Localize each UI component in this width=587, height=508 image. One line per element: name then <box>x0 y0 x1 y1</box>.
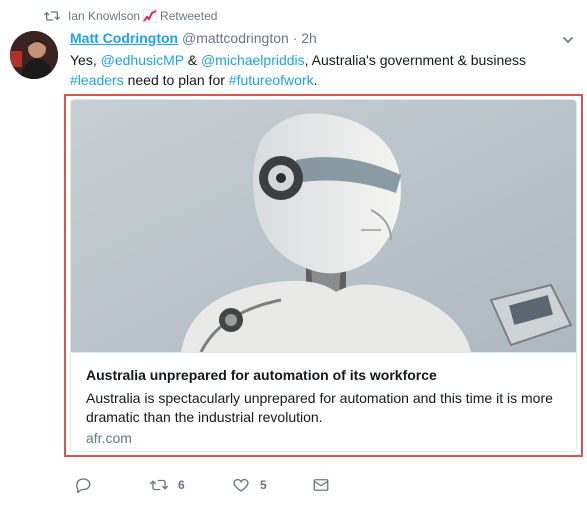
like-button[interactable]: 5 <box>232 476 267 494</box>
card-body: Australia unprepared for automation of i… <box>71 352 576 451</box>
author-name[interactable]: Matt Codrington <box>70 30 178 46</box>
text-segment: need to plan for <box>123 72 229 88</box>
hashtag-link-futureofwork[interactable]: #futureofwork <box>229 72 314 88</box>
mention-link-edhusicmp[interactable]: @edhusicMP <box>101 52 184 68</box>
tweet-timestamp[interactable]: 2h <box>301 30 317 46</box>
retweeted-label: Retweeted <box>160 9 218 23</box>
retweeter-name[interactable]: Ian Knowlson <box>68 9 140 23</box>
mention-link-michaelpriddis[interactable]: @michaelpriddis <box>201 52 305 68</box>
retweet-icon <box>44 11 60 21</box>
avatar[interactable] <box>10 31 58 79</box>
heart-icon <box>233 478 249 492</box>
text-segment: , Australia's government & business <box>304 52 527 68</box>
reply-icon <box>76 478 91 494</box>
link-card[interactable]: Australia unprepared for automation of i… <box>70 99 577 452</box>
text-segment: . <box>313 72 318 88</box>
separator-dot: · <box>292 30 298 46</box>
card-image <box>71 100 576 352</box>
envelope-icon <box>313 479 329 491</box>
tweet-actions: 6 5 <box>74 476 474 496</box>
text-segment: & <box>183 52 201 68</box>
chevron-down-icon[interactable] <box>561 33 575 47</box>
chart-increasing-icon <box>143 9 158 23</box>
hashtag-link-leaders[interactable]: #leaders <box>70 72 124 88</box>
card-title[interactable]: Australia unprepared for automation of i… <box>86 367 437 383</box>
tweet-header: Matt Codrington @mattcodrington · 2h <box>70 30 317 46</box>
text-segment: Yes, <box>70 52 101 68</box>
retweet-icon <box>150 479 168 491</box>
tweet-text: Yes, @edhusicMP & @michaelpriddis, Austr… <box>70 50 570 90</box>
retweet-button[interactable]: 6 <box>150 476 185 494</box>
retweet-count: 6 <box>178 478 185 492</box>
card-domain[interactable]: afr.com <box>86 430 132 446</box>
author-handle[interactable]: @mattcodrington <box>182 30 289 46</box>
card-description: Australia is spectacularly unprepared fo… <box>86 390 553 425</box>
retweet-context: Ian Knowlson Retweeted <box>44 8 217 24</box>
like-count: 5 <box>260 478 267 492</box>
direct-message-button[interactable] <box>312 476 330 494</box>
reply-button[interactable] <box>74 476 102 494</box>
